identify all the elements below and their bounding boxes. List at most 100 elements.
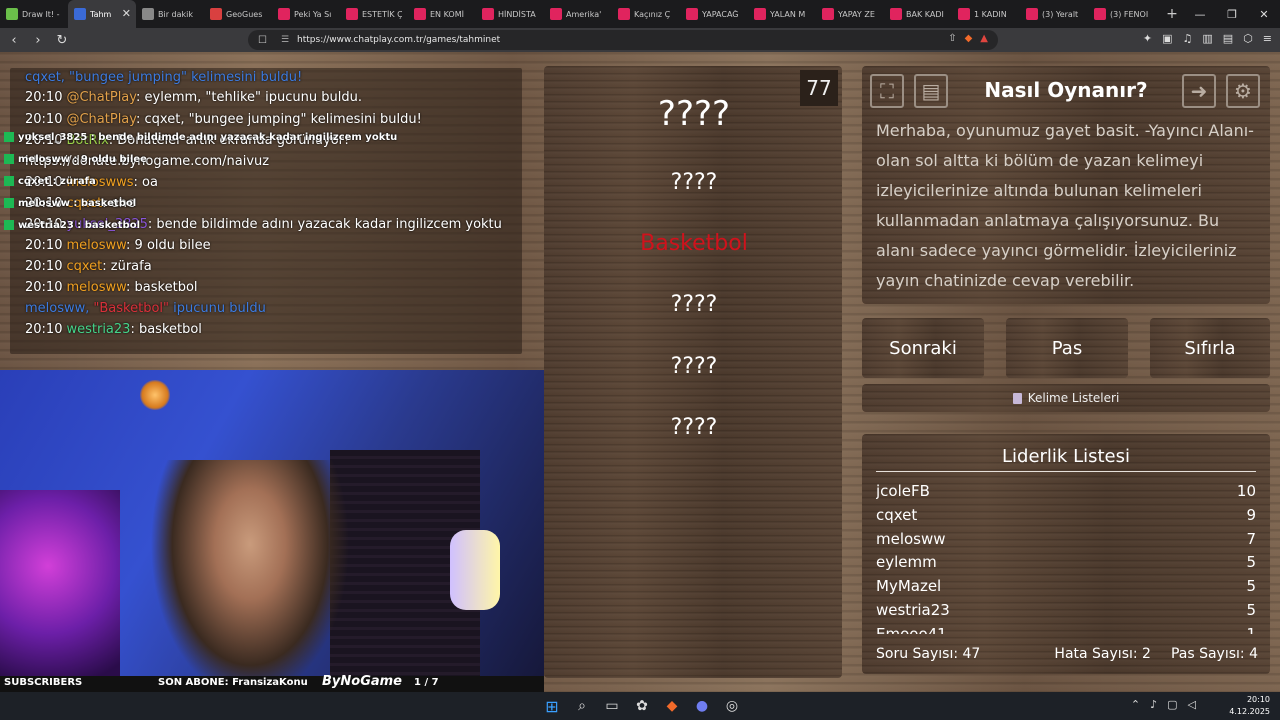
- brave-icon[interactable]: ◆: [661, 695, 683, 717]
- question-count: Soru Sayısı: 47: [876, 646, 981, 662]
- browser-tab[interactable]: 1 KADIN: [952, 0, 1020, 28]
- tray-chevron-icon[interactable]: ⌃: [1131, 698, 1140, 711]
- address-bar[interactable]: ☐ ☰ https://www.chatplay.com.tr/games/ta…: [248, 30, 998, 50]
- brave-rewards-icon[interactable]: ▲: [980, 33, 988, 44]
- tab-label: EN KOMİ: [430, 9, 464, 19]
- maximize-button[interactable]: ❐: [1216, 0, 1248, 28]
- leaderboard-row: Emooo41 1: [876, 625, 1256, 634]
- browser-tab[interactable]: YAPAY ZE: [816, 0, 884, 28]
- brave-shields-icon[interactable]: ◆: [965, 33, 973, 44]
- tab-label: Kaçınız Ç: [634, 9, 671, 19]
- chatgpt-icon[interactable]: ✿: [631, 695, 653, 717]
- hidden-word: ????: [670, 292, 718, 317]
- vpn-icon[interactable]: ⬡: [1243, 32, 1253, 45]
- start-icon[interactable]: ⊞: [541, 695, 563, 717]
- browser-tab[interactable]: YAPACAĞ: [680, 0, 748, 28]
- discord-icon[interactable]: ●: [691, 695, 713, 717]
- exit-icon[interactable]: ➜: [1182, 74, 1216, 108]
- player-name: Emooo41: [876, 624, 947, 634]
- chat-text: : 9 oldu bilee: [126, 238, 211, 253]
- browser-tab[interactable]: Bir dakik: [136, 0, 204, 28]
- player-name: melosww: [876, 529, 946, 548]
- chat-username[interactable]: cqxet: [66, 259, 102, 274]
- tab-label: YAPAY ZE: [838, 9, 875, 19]
- browser-tab[interactable]: GeoGues: [204, 0, 272, 28]
- leaderboard-row: westria23 5: [876, 601, 1256, 625]
- window-controls: — ❐ ✕: [1184, 0, 1280, 28]
- app-icon[interactable]: ◎: [721, 695, 743, 717]
- chat-username[interactable]: cqxet,: [25, 70, 65, 85]
- pass-button[interactable]: Pas: [1006, 318, 1128, 378]
- clock[interactable]: 20:10 4.12.2025: [1229, 694, 1270, 718]
- tab-label: Bir dakik: [158, 9, 194, 19]
- chat-username[interactable]: melosww: [66, 238, 126, 253]
- subscribers-label: SUBSCRIBERS: [4, 677, 83, 688]
- chat-username[interactable]: @ChatPlay: [66, 90, 136, 105]
- leaderboard-panel: Liderlik Listesi jcoleFB 10 cqxet 9 melosww 7…: [862, 434, 1270, 674]
- site-info-icon[interactable]: ☰: [281, 35, 289, 45]
- chat-text: "bungee jumping" kelimesini buldu!: [64, 70, 303, 85]
- browser-tab[interactable]: (3) Yeralt: [1020, 0, 1088, 28]
- chat-time: 20:10: [25, 238, 63, 253]
- streamer: [150, 460, 350, 676]
- browser-tab-strip: Draw It! - Tahm ✕ Bir dakik GeoGues Peki Ya S…: [0, 0, 1280, 28]
- tab-label: Draw It! -: [22, 9, 60, 19]
- settings-icon[interactable]: ⚙: [1226, 74, 1260, 108]
- extensions-icon[interactable]: ✦: [1143, 32, 1152, 45]
- chat-text: : basketbol: [126, 280, 198, 295]
- bookmark-icon[interactable]: ☐: [258, 35, 267, 46]
- mic-icon[interactable]: ♪: [1150, 698, 1157, 711]
- browser-tab[interactable]: Draw It! -: [0, 0, 68, 28]
- tab-favicon-icon: [890, 8, 902, 20]
- leaderboard-title: Liderlik Listesi: [876, 446, 1256, 472]
- chat-username[interactable]: melosww,: [25, 301, 89, 316]
- tab-favicon-icon: [482, 8, 494, 20]
- task-view-icon[interactable]: ▭: [601, 695, 623, 717]
- word-lists-label: Kelime Listeleri: [1027, 391, 1120, 405]
- bynogame-logo: ByNoGame: [322, 674, 402, 689]
- chat-username[interactable]: westria23: [66, 322, 130, 337]
- word-lists-button[interactable]: Kelime Listeleri: [862, 384, 1270, 412]
- browser-tab[interactable]: YALAN M: [748, 0, 816, 28]
- chat-username[interactable]: melosww: [66, 280, 126, 295]
- reload-button[interactable]: ↻: [52, 30, 72, 50]
- minimize-button[interactable]: —: [1184, 0, 1216, 28]
- next-button[interactable]: Sonraki: [862, 318, 984, 378]
- back-button[interactable]: ‹: [4, 30, 24, 50]
- hidden-word: ????: [670, 170, 718, 195]
- leaderboard-row: melosww 7: [876, 530, 1256, 554]
- overlay-message: yuksel_3825 : bende bildimde adını yazac…: [4, 132, 397, 143]
- url-text: https://www.chatplay.com.tr/games/tahmin…: [297, 35, 501, 45]
- chat-time: 20:10: [25, 280, 63, 295]
- screenshot-icon[interactable]: ▣: [1162, 32, 1172, 45]
- wallet-icon[interactable]: ▤: [1223, 32, 1233, 45]
- browser-tab[interactable]: HİNDİSTA: [476, 0, 544, 28]
- close-tab-icon[interactable]: ✕: [122, 7, 131, 20]
- browser-tab[interactable]: BAK KADI: [884, 0, 952, 28]
- browser-tab[interactable]: EN KOMİ: [408, 0, 476, 28]
- volume-icon[interactable]: ◁: [1188, 698, 1196, 711]
- reset-button[interactable]: Sıfırla: [1150, 318, 1270, 378]
- browser-tab[interactable]: (3) FENOI: [1088, 0, 1156, 28]
- new-tab-button[interactable]: +: [1162, 6, 1182, 22]
- chat-text: : basketbol: [130, 322, 202, 337]
- browser-tab[interactable]: Amerika': [544, 0, 612, 28]
- browser-tab[interactable]: Peki Ya Sı: [272, 0, 340, 28]
- share-icon[interactable]: ⇧: [948, 33, 956, 44]
- search-icon[interactable]: ⌕: [571, 695, 593, 717]
- tab-label: (3) Yeralt: [1042, 9, 1079, 19]
- tab-label: HİNDİSTA: [498, 9, 536, 19]
- media-icon[interactable]: ♫: [1182, 32, 1192, 45]
- display-icon[interactable]: ▢: [1167, 698, 1177, 711]
- close-window-button[interactable]: ✕: [1248, 0, 1280, 28]
- neon-poster: [0, 490, 120, 676]
- sidebar-icon[interactable]: ▥: [1202, 32, 1212, 45]
- browser-tab[interactable]: Tahm ✕: [68, 0, 136, 28]
- last-subscriber: SON ABONE: FransizaKonu: [158, 677, 308, 688]
- browser-tab[interactable]: ESTETİK Ç: [340, 0, 408, 28]
- menu-icon[interactable]: ≡: [1263, 32, 1272, 45]
- browser-tab[interactable]: Kaçınız Ç: [612, 0, 680, 28]
- tab-favicon-icon: [142, 8, 154, 20]
- forward-button[interactable]: ›: [28, 30, 48, 50]
- chat-username[interactable]: @ChatPlay: [66, 112, 136, 127]
